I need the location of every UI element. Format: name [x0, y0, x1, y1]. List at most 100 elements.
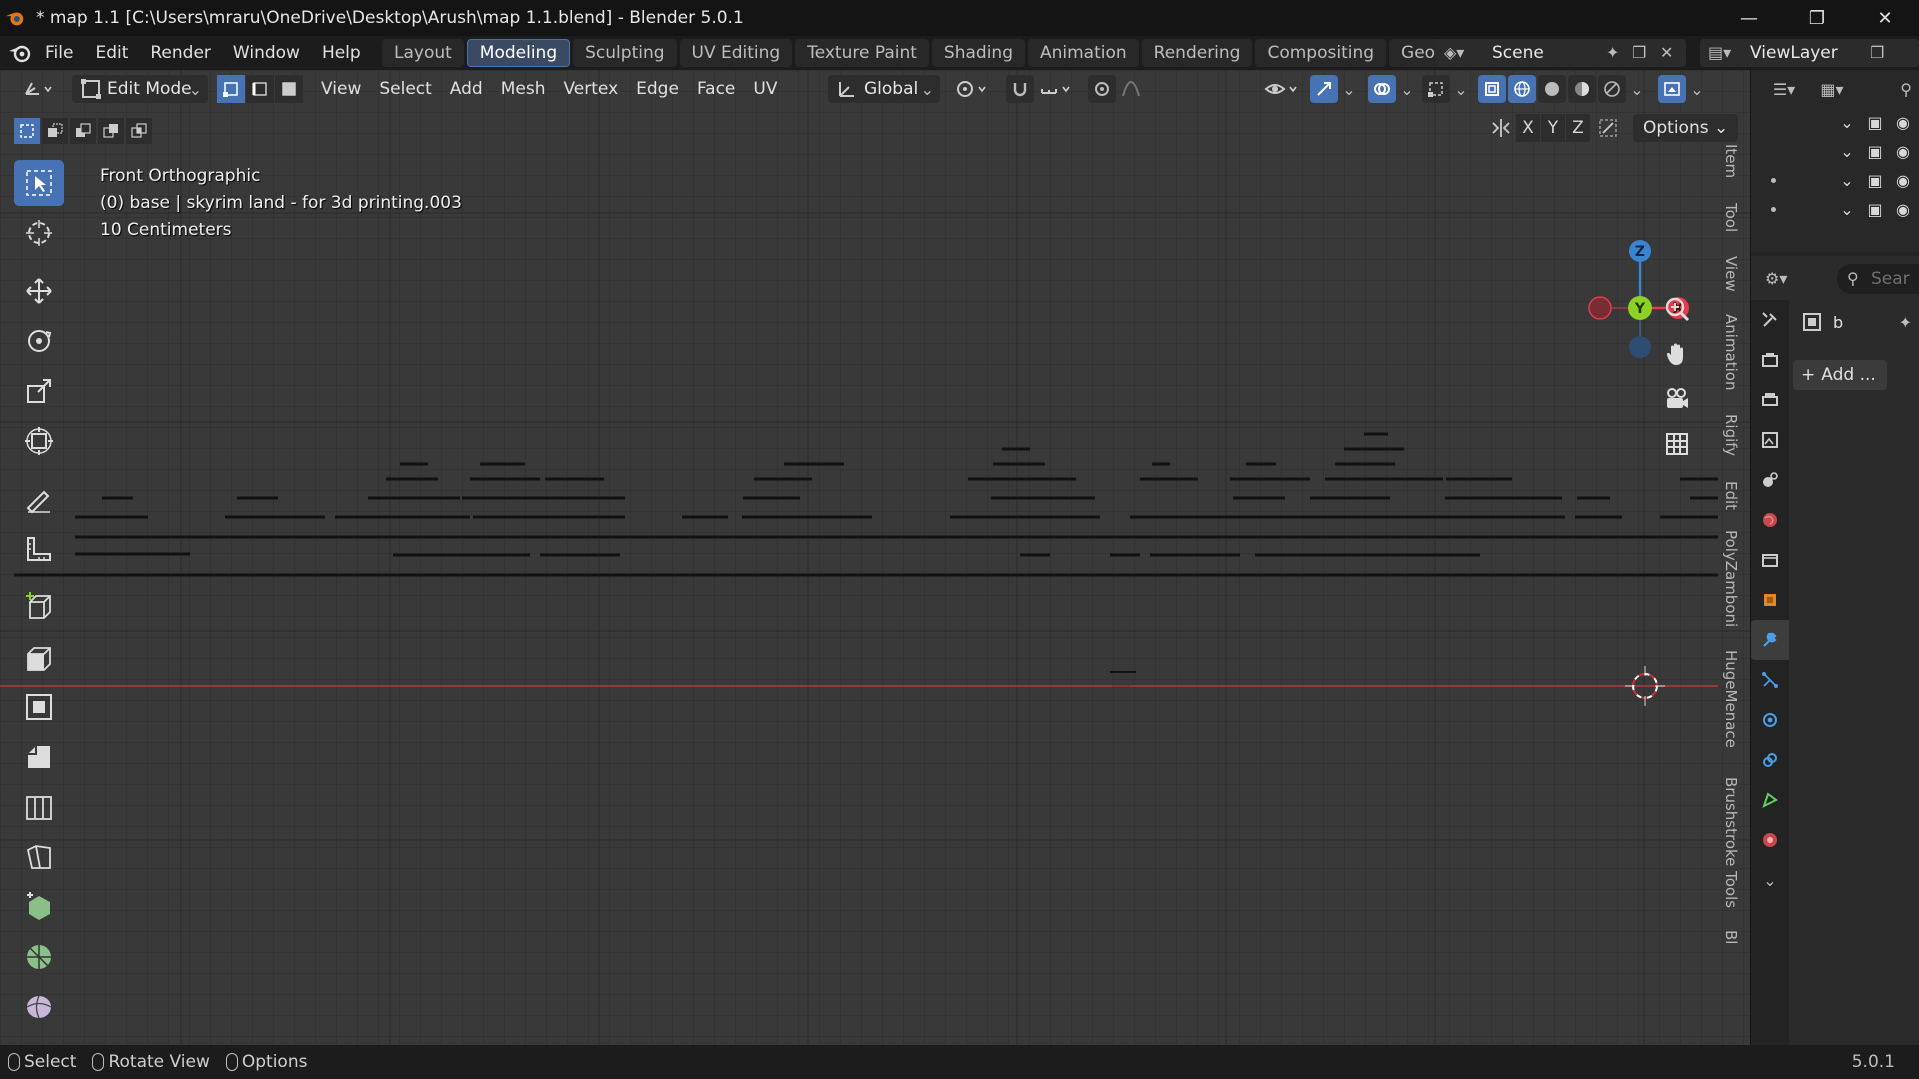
vertex-select-button[interactable] — [217, 75, 245, 103]
menu-file[interactable]: File — [34, 39, 84, 67]
rotate-tool[interactable] — [14, 318, 64, 364]
inset-faces-tool[interactable] — [14, 684, 64, 730]
add-modifier-button[interactable]: + Add ... — [1793, 360, 1887, 390]
camera-render-icon[interactable]: ◉ — [1892, 142, 1914, 162]
menu-render[interactable]: Render — [139, 39, 222, 67]
tab-rendering[interactable]: Rendering — [1141, 39, 1253, 67]
bevel-tool[interactable] — [14, 734, 64, 780]
search-icon[interactable]: ⚲ — [1900, 80, 1912, 99]
measure-tool[interactable] — [14, 526, 64, 572]
tab-texture-paint[interactable]: Texture Paint — [795, 39, 929, 67]
properties-editor-icon[interactable]: ⚙▾ — [1765, 269, 1787, 288]
view-layer-selector[interactable]: ▤▾ ViewLayer ❐ — [1700, 39, 1919, 67]
wireframe-shading-icon[interactable] — [1508, 75, 1536, 103]
scene-properties-icon[interactable] — [1751, 460, 1789, 500]
scale-tool[interactable] — [14, 368, 64, 414]
outliner-row[interactable]: ⌄ ▣ ◉ — [1751, 195, 1919, 224]
camera-render-icon[interactable]: ◉ — [1892, 200, 1914, 220]
particles-properties-icon[interactable] — [1751, 660, 1789, 700]
select-new-icon[interactable] — [14, 118, 40, 144]
gizmo-dropdown-icon[interactable]: ⌄ — [1340, 75, 1358, 103]
menu-select[interactable]: Select — [370, 75, 440, 103]
smooth-tool[interactable] — [14, 984, 64, 1030]
sidebar-tab-brushstroke-tools[interactable]: Brushstroke Tools — [1718, 768, 1744, 918]
collection-properties-icon[interactable] — [1751, 540, 1789, 580]
poly-build-tool[interactable] — [14, 884, 64, 930]
properties-search-input[interactable]: ⚲ Sear — [1837, 264, 1919, 294]
extrude-tool[interactable] — [14, 634, 64, 680]
monitor-icon[interactable]: ▣ — [1864, 171, 1886, 191]
menu-vertex[interactable]: Vertex — [554, 75, 627, 103]
face-select-button[interactable] — [275, 75, 303, 103]
loop-cut-tool[interactable] — [14, 784, 64, 830]
material-shading-icon[interactable] — [1568, 75, 1596, 103]
annotate-tool[interactable] — [14, 476, 64, 522]
menu-edge[interactable]: Edge — [627, 75, 688, 103]
tab-uv-editing[interactable]: UV Editing — [679, 39, 793, 67]
constraints-properties-icon[interactable] — [1751, 740, 1789, 780]
sidebar-tab-edit[interactable]: Edit — [1718, 468, 1744, 524]
close-window-button[interactable]: ✕ — [1851, 0, 1919, 36]
object-properties-icon[interactable] — [1751, 580, 1789, 620]
xray-toggle-icon[interactable] — [1478, 75, 1506, 103]
knife-tool[interactable] — [14, 834, 64, 880]
camera-render-icon[interactable]: ◉ — [1892, 171, 1914, 191]
pin-icon[interactable]: ✦ — [1899, 313, 1912, 332]
add-cube-tool[interactable] — [14, 584, 64, 630]
menu-help[interactable]: Help — [311, 39, 372, 67]
sidebar-tab-more[interactable]: Bl — [1718, 922, 1744, 952]
zoom-icon[interactable] — [1660, 290, 1694, 328]
visibility-chevron-icon[interactable]: ⌄ — [1836, 142, 1858, 162]
move-tool[interactable] — [14, 268, 64, 314]
outliner-row[interactable]: ⌄ ▣ ◉ — [1751, 108, 1919, 137]
material-properties-icon[interactable] — [1751, 820, 1789, 860]
select-box-tool[interactable] — [14, 160, 64, 206]
menu-edit[interactable]: Edit — [84, 39, 139, 67]
ortho-grid-icon[interactable] — [1660, 425, 1694, 463]
edge-select-button[interactable] — [246, 75, 274, 103]
select-invert-icon[interactable] — [98, 118, 124, 144]
menu-window[interactable]: Window — [222, 39, 311, 67]
display-mode-icon[interactable]: ▦▾ — [1811, 80, 1853, 99]
tab-compositing[interactable]: Compositing — [1255, 39, 1387, 67]
modifier-properties-icon[interactable] — [1751, 620, 1789, 660]
minimize-button[interactable]: — — [1715, 0, 1783, 36]
tab-layout[interactable]: Layout — [382, 39, 464, 67]
menu-face[interactable]: Face — [688, 75, 744, 103]
delete-scene-icon[interactable]: ✕ — [1660, 43, 1673, 62]
world-properties-icon[interactable] — [1751, 500, 1789, 540]
view-layer-properties-icon[interactable] — [1751, 420, 1789, 460]
sidebar-tab-rigify[interactable]: Rigify — [1718, 402, 1744, 468]
menu-uv[interactable]: UV — [744, 75, 786, 103]
sidebar-tab-polyzamboni[interactable]: PolyZamboni — [1718, 524, 1744, 634]
overlays-toggle-icon[interactable] — [1368, 75, 1396, 103]
falloff-icon[interactable] — [1118, 75, 1146, 103]
snap-target-icon[interactable] — [1036, 75, 1076, 103]
visibility-chevron-icon[interactable]: ⌄ — [1836, 113, 1858, 133]
outliner-row[interactable]: ⌄ ▣ ◉ — [1751, 137, 1919, 166]
mirror-y-toggle[interactable]: Y — [1541, 114, 1565, 142]
monitor-icon[interactable]: ▣ — [1864, 113, 1886, 133]
select-subtract-icon[interactable] — [70, 118, 96, 144]
data-properties-icon[interactable] — [1751, 780, 1789, 820]
select-extend-icon[interactable] — [42, 118, 68, 144]
physics-properties-icon[interactable] — [1751, 700, 1789, 740]
sidebar-tab-hugemenace[interactable]: HugeMenace — [1718, 640, 1744, 758]
overlays-dropdown-icon[interactable]: ⌄ — [1398, 75, 1416, 103]
rendered-shading-icon[interactable] — [1598, 75, 1626, 103]
sidebar-tab-view[interactable]: View — [1718, 246, 1744, 302]
3d-viewport[interactable]: Edit Mode ⌄ View Select Add Mesh Vertex … — [0, 70, 1750, 1045]
tab-sculpting[interactable]: Sculpting — [573, 39, 677, 67]
render-region-dropdown-icon[interactable]: ⌄ — [1688, 75, 1706, 103]
mirror-z-toggle[interactable]: Z — [1566, 114, 1590, 142]
camera-view-icon[interactable] — [1660, 380, 1694, 418]
mirror-x-toggle[interactable]: X — [1516, 114, 1540, 142]
pin-icon[interactable]: ✦ — [1606, 43, 1619, 62]
pivot-point-icon[interactable] — [952, 75, 992, 103]
mesh-overlay-dropdown-icon[interactable]: ⌄ — [1452, 75, 1470, 103]
mesh-overlay-icon[interactable] — [1422, 75, 1450, 103]
sidebar-tab-animation[interactable]: Animation — [1718, 302, 1744, 402]
snap-toggle-icon[interactable] — [1006, 75, 1034, 103]
mode-selector[interactable]: Edit Mode ⌄ — [72, 75, 208, 103]
monitor-icon[interactable]: ▣ — [1864, 200, 1886, 220]
